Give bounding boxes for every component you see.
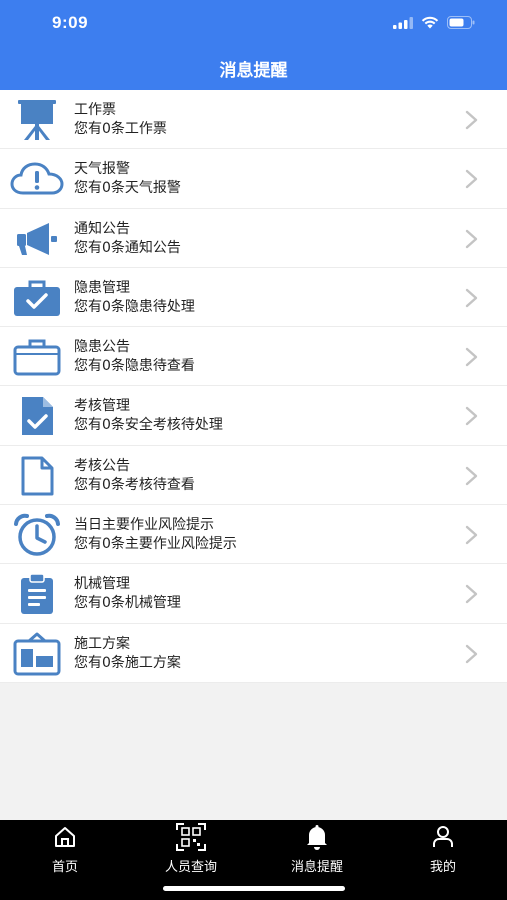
tab-label: 消息提醒 — [290, 860, 343, 875]
briefcase-check-icon — [10, 276, 64, 320]
status-time: 9:09 — [52, 13, 89, 32]
chevron-right-icon — [465, 170, 478, 189]
header: 9:09 消息提醒 — [0, 0, 507, 90]
chevron-right-icon — [465, 525, 478, 545]
page-title: 消息提醒 — [219, 61, 288, 81]
tab-message-reminder[interactable]: 消息提醒 — [254, 824, 380, 875]
list-item-subtitle: 您有0条隐患待查看 — [74, 358, 195, 375]
list-item-title: 隐患管理 — [74, 279, 130, 296]
clipboard-icon — [10, 572, 64, 616]
list-item-hazard-notice[interactable]: 隐患公告 您有0条隐患待查看 — [0, 327, 507, 387]
bell-icon — [307, 825, 327, 850]
home-icon — [55, 827, 75, 847]
list-item-subtitle: 您有0条通知公告 — [74, 239, 181, 256]
list-item-notice[interactable]: 通知公告 您有0条通知公告 — [0, 209, 507, 268]
list-item-title: 施工方案 — [74, 635, 130, 652]
wifi-icon — [421, 16, 439, 29]
chevron-right-icon — [465, 407, 478, 426]
list-item-title: 通知公告 — [74, 220, 130, 237]
list-item-construction-plan[interactable]: 施工方案 您有0条施工方案 — [0, 624, 507, 683]
list-item-title: 考核公告 — [74, 457, 130, 474]
list-item-title: 考核管理 — [74, 398, 130, 415]
alarm-clock-icon — [10, 513, 64, 557]
battery-icon — [447, 16, 475, 29]
list-item-hazard-management[interactable]: 隐患管理 您有0条隐患待处理 — [0, 268, 507, 328]
list-item-title: 天气报警 — [74, 161, 130, 178]
megaphone-icon — [10, 217, 64, 261]
chevron-right-icon — [465, 288, 478, 308]
chevron-right-icon — [465, 644, 478, 663]
tab-mine[interactable]: 我的 — [380, 824, 506, 875]
list-item-subtitle: 您有0条主要作业风险提示 — [74, 536, 237, 553]
chevron-right-icon — [465, 466, 478, 485]
list-item-subtitle: 您有0条工作票 — [74, 121, 167, 137]
tab-personnel-query[interactable]: 人员查询 — [128, 823, 254, 875]
list-item-subtitle: 您有0条隐患待处理 — [74, 298, 195, 315]
construction-plan-icon — [10, 632, 64, 676]
list-item-assessment-management[interactable]: 考核管理 您有0条安全考核待处理 — [0, 386, 507, 446]
status-bar: 9:09 — [0, 0, 507, 48]
presentation-board-icon — [10, 98, 64, 142]
list-item-subtitle: 您有0条施工方案 — [74, 654, 181, 671]
chevron-right-icon — [465, 347, 478, 367]
tab-label: 首页 — [51, 860, 78, 875]
cellular-signal-icon — [393, 16, 413, 29]
list-item-subtitle: 您有0条安全考核待处理 — [74, 417, 223, 434]
cloud-alert-icon — [10, 157, 64, 201]
list-item-title: 工作票 — [74, 102, 116, 118]
document-check-icon — [10, 394, 64, 438]
list-item-machinery-management[interactable]: 机械管理 您有0条机械管理 — [0, 564, 507, 624]
list-item-title: 当日主要作业风险提示 — [74, 517, 214, 534]
list-item-title: 隐患公告 — [74, 339, 130, 356]
message-list: 工作票 您有0条工作票 天气报警 您有0条天气报警 通知公告 您有0条通知公告 … — [0, 90, 507, 683]
list-item-daily-risk-alert[interactable]: 当日主要作业风险提示 您有0条主要作业风险提示 — [0, 505, 507, 565]
tab-label: 我的 — [429, 860, 456, 875]
tab-label: 人员查询 — [164, 860, 217, 875]
list-item-work-ticket[interactable]: 工作票 您有0条工作票 — [0, 90, 507, 150]
home-indicator[interactable] — [163, 886, 345, 891]
chevron-right-icon — [465, 585, 478, 604]
qr-scan-icon — [176, 823, 206, 851]
list-item-weather-alarm[interactable]: 天气报警 您有0条天气报警 — [0, 149, 507, 209]
briefcase-icon — [10, 335, 64, 379]
list-item-assessment-notice[interactable]: 考核公告 您有0条考核待查看 — [0, 446, 507, 506]
list-item-title: 机械管理 — [74, 576, 130, 593]
list-item-subtitle: 您有0条机械管理 — [74, 595, 181, 612]
status-icons — [393, 16, 475, 29]
tab-home[interactable]: 首页 — [2, 824, 128, 875]
list-item-subtitle: 您有0条考核待查看 — [74, 476, 195, 493]
user-icon — [433, 826, 453, 847]
document-icon — [10, 454, 64, 498]
message-reminder-screen: 9:09 消息提醒 工作票 您有0条工作票 天气报警 您有0条天气报警 通知公告… — [0, 0, 507, 900]
list-item-subtitle: 您有0条天气报警 — [74, 180, 181, 197]
chevron-right-icon — [465, 229, 478, 248]
chevron-right-icon — [465, 110, 478, 130]
